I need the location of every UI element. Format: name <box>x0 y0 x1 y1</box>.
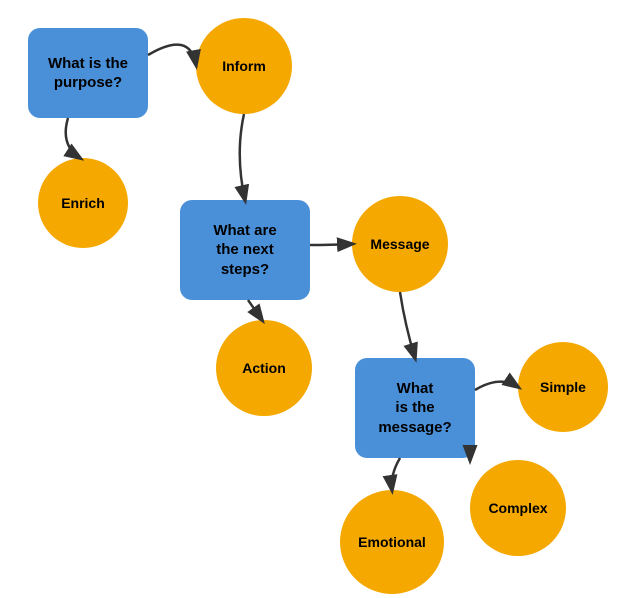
diagram: What is the purpose? What arethe nextste… <box>0 0 632 598</box>
message-box: Whatis themessage? <box>355 358 475 458</box>
simple-circle: Simple <box>518 342 608 432</box>
emotional-circle: Emotional <box>340 490 444 594</box>
inform-circle: Inform <box>196 18 292 114</box>
message-circle: Message <box>352 196 448 292</box>
enrich-circle: Enrich <box>38 158 128 248</box>
purpose-box: What is the purpose? <box>28 28 148 118</box>
action-circle: Action <box>216 320 312 416</box>
complex-circle: Complex <box>470 460 566 556</box>
next-steps-box: What arethe nextsteps? <box>180 200 310 300</box>
